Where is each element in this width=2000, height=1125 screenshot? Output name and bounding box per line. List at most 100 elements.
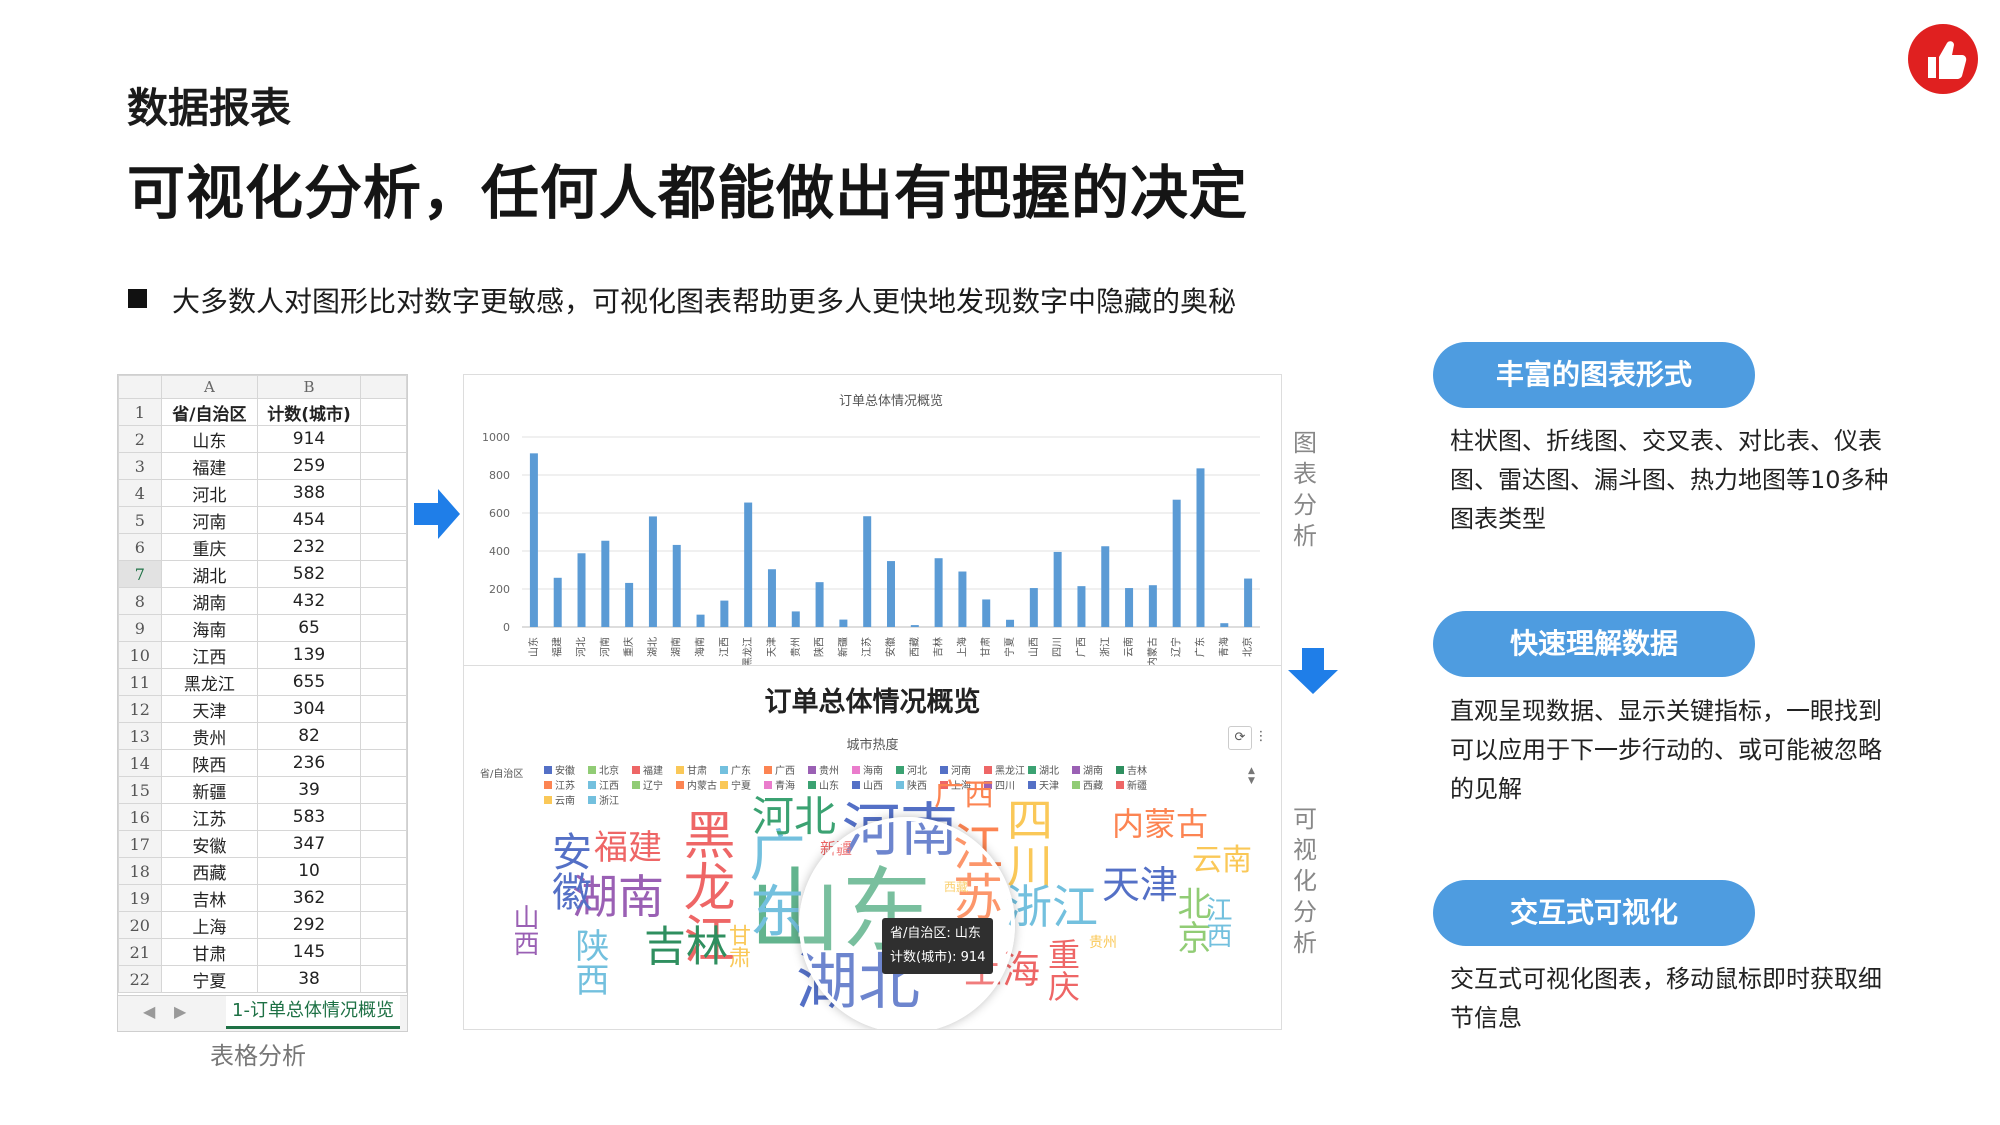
bar[interactable] — [839, 619, 848, 627]
empty-cell[interactable] — [359, 452, 407, 480]
empty-cell[interactable] — [359, 749, 407, 777]
count-cell[interactable]: 432 — [257, 587, 361, 615]
province-cell[interactable]: 吉林 — [160, 884, 259, 912]
count-cell[interactable]: 82 — [257, 722, 361, 750]
row-number[interactable]: 13 — [118, 722, 162, 750]
empty-cell[interactable] — [359, 722, 407, 750]
bar[interactable] — [1077, 586, 1086, 627]
table-row[interactable]: 6 重庆 232 — [118, 533, 407, 561]
province-cell[interactable]: 安徽 — [160, 830, 259, 858]
row-number[interactable]: 1 — [118, 398, 162, 426]
province-cell[interactable]: 湖南 — [160, 587, 259, 615]
bar[interactable] — [791, 611, 800, 627]
word-cloud-word[interactable]: 天津 — [1102, 866, 1178, 904]
count-cell[interactable]: 362 — [257, 884, 361, 912]
bar[interactable] — [601, 540, 610, 627]
row-number[interactable]: 10 — [118, 641, 162, 669]
count-cell[interactable]: 347 — [257, 830, 361, 858]
empty-cell[interactable] — [359, 695, 407, 723]
word-cloud-word[interactable]: 吉林 — [644, 926, 728, 968]
count-cell[interactable]: 236 — [257, 749, 361, 777]
table-row[interactable]: 9 海南 65 — [118, 614, 407, 642]
word-cloud-word[interactable]: 安徽 — [545, 831, 591, 911]
count-cell[interactable]: 583 — [257, 803, 361, 831]
bar[interactable] — [910, 625, 919, 627]
bar[interactable] — [744, 502, 753, 627]
row-number[interactable]: 15 — [118, 776, 162, 804]
province-cell[interactable]: 江西 — [160, 641, 259, 669]
province-cell[interactable]: 河北 — [160, 479, 259, 507]
count-cell[interactable]: 582 — [257, 560, 361, 588]
row-number[interactable]: 2 — [118, 425, 162, 453]
empty-cell[interactable] — [359, 560, 407, 588]
word-cloud-word[interactable]: 四川 — [1000, 796, 1054, 888]
empty-cell[interactable] — [359, 398, 407, 426]
header-cell[interactable]: 计数(城市) — [257, 398, 361, 426]
table-row[interactable]: 5 河南 454 — [118, 506, 407, 534]
count-cell[interactable]: 454 — [257, 506, 361, 534]
province-cell[interactable]: 福建 — [160, 452, 259, 480]
province-cell[interactable]: 重庆 — [160, 533, 259, 561]
count-cell[interactable]: 914 — [257, 425, 361, 453]
empty-cell[interactable] — [359, 668, 407, 696]
province-cell[interactable]: 天津 — [160, 695, 259, 723]
bar[interactable] — [815, 582, 824, 627]
province-cell[interactable]: 湖北 — [160, 560, 259, 588]
bar[interactable] — [648, 516, 657, 627]
spreadsheet-grid[interactable]: A B 1 省/自治区 计数(城市) 2 山东 914 3 福建 259 4 河北 388 5 河南… — [118, 375, 407, 993]
bar[interactable] — [1196, 468, 1205, 627]
table-row[interactable]: 15 新疆 39 — [118, 776, 407, 804]
empty-cell[interactable] — [359, 506, 407, 534]
row-number[interactable]: 7 — [118, 560, 162, 588]
word-cloud-word[interactable]: 重庆 — [1043, 938, 1081, 1002]
table-row[interactable]: 14 陕西 236 — [118, 749, 407, 777]
table-row[interactable]: 13 贵州 82 — [118, 722, 407, 750]
empty-cell[interactable] — [359, 803, 407, 831]
bar[interactable] — [553, 577, 562, 627]
bar[interactable] — [1148, 585, 1157, 627]
row-number[interactable]: 6 — [118, 533, 162, 561]
count-cell[interactable]: 232 — [257, 533, 361, 561]
word-cloud-word[interactable]: 江西 — [1202, 896, 1232, 948]
bar[interactable] — [529, 453, 538, 627]
bar[interactable] — [1172, 499, 1181, 627]
tab-scroll-left-icon[interactable]: ◀ — [143, 1002, 155, 1021]
bar-chart[interactable]: 订单总体情况概览 0 200 400 600 800 1000 山东 福建 河北 河南 重庆 湖北 湖南海… — [464, 375, 1281, 665]
bar[interactable] — [577, 553, 586, 627]
word-cloud-word[interactable]: 福建 — [594, 831, 662, 865]
table-row[interactable]: 19 吉林 362 — [118, 884, 407, 912]
empty-cell[interactable] — [359, 857, 407, 885]
column-header[interactable] — [359, 375, 407, 399]
count-cell[interactable]: 304 — [257, 695, 361, 723]
word-cloud-word[interactable]: 云南 — [1192, 846, 1252, 876]
table-row[interactable]: 11 黑龙江 655 — [118, 668, 407, 696]
count-cell[interactable]: 139 — [257, 641, 361, 669]
province-cell[interactable]: 陕西 — [160, 749, 259, 777]
word-cloud-word[interactable]: 内蒙古 — [1112, 808, 1208, 840]
row-number[interactable]: 9 — [118, 614, 162, 642]
table-row[interactable]: 21 甘肃 145 — [118, 938, 407, 966]
table-row[interactable]: 12 天津 304 — [118, 695, 407, 723]
count-cell[interactable]: 145 — [257, 938, 361, 966]
count-cell[interactable]: 388 — [257, 479, 361, 507]
empty-cell[interactable] — [359, 965, 407, 993]
table-row[interactable]: 22 宁夏 38 — [118, 965, 407, 993]
empty-cell[interactable] — [359, 614, 407, 642]
province-cell[interactable]: 河南 — [160, 506, 259, 534]
table-row[interactable]: 20 上海 292 — [118, 911, 407, 939]
bar[interactable] — [1125, 588, 1134, 627]
bar[interactable] — [958, 571, 967, 627]
row-number[interactable]: 14 — [118, 749, 162, 777]
bar[interactable] — [720, 600, 729, 627]
table-row[interactable]: 18 西藏 10 — [118, 857, 407, 885]
row-number[interactable]: 22 — [118, 965, 162, 993]
bar[interactable] — [1101, 546, 1110, 627]
count-cell[interactable]: 38 — [257, 965, 361, 993]
bar[interactable] — [1006, 619, 1015, 627]
table-row[interactable]: 4 河北 388 — [118, 479, 407, 507]
word-cloud-word[interactable]: 陕西 — [569, 928, 609, 996]
count-cell[interactable]: 655 — [257, 668, 361, 696]
word-cloud-word[interactable]: 甘肃 — [725, 924, 750, 968]
empty-cell[interactable] — [359, 884, 407, 912]
row-number[interactable]: 5 — [118, 506, 162, 534]
